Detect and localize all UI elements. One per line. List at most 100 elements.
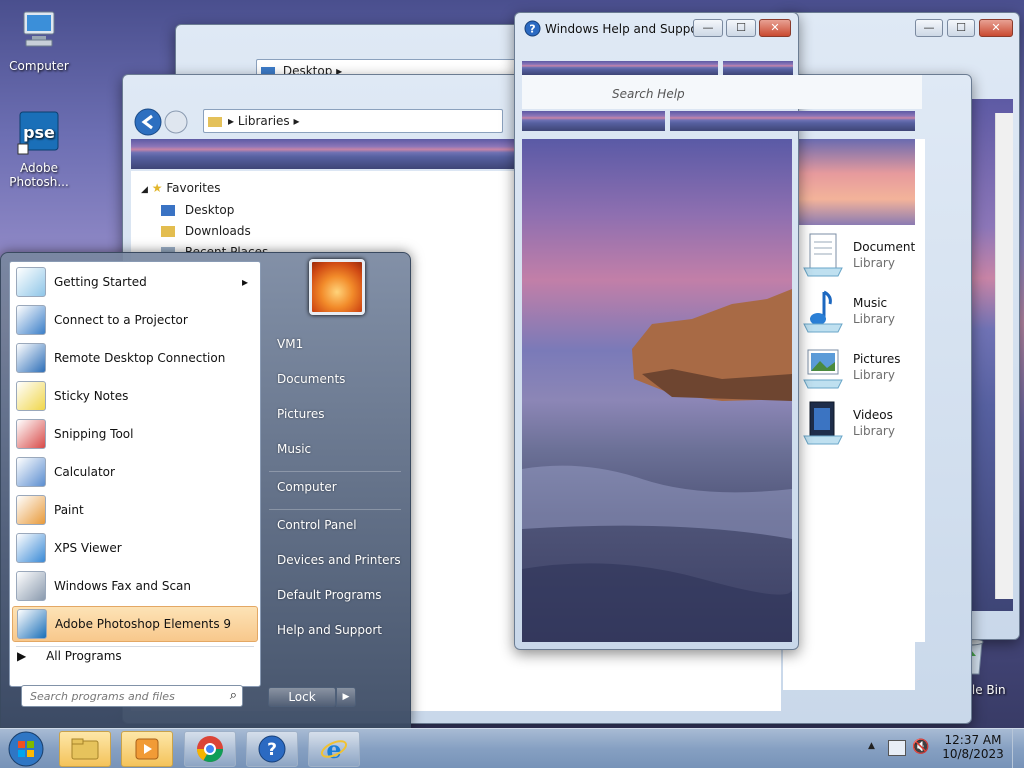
close-button[interactable]: ✕ [759,19,791,37]
program-label: Windows Fax and Scan [54,579,192,593]
start-right-item[interactable]: Devices and Printers [277,553,401,567]
pictures-library-icon [803,349,843,389]
start-right-item[interactable]: Default Programs [277,588,382,602]
help-icon: ? [524,20,541,37]
taskbar-help-button[interactable]: ? [246,731,298,767]
help-toolbar-strip [522,61,718,75]
program-item[interactable]: Connect to a Projector [12,302,258,338]
back-button[interactable] [133,107,163,137]
program-label: Remote Desktop Connection [54,351,226,365]
xps-viewer-icon [16,533,46,563]
svg-text:pse: pse [23,123,55,142]
maximize-button[interactable]: ☐ [947,19,975,37]
volume-muted-icon[interactable]: 🔇 [912,739,929,755]
expand-arrow-icon: ◢ [141,185,148,195]
show-desktop-button[interactable] [1012,729,1024,768]
favorites-header[interactable]: ◢ ★ Favorites [141,181,221,195]
videos-library-icon [803,401,843,445]
start-orb-button[interactable] [6,730,46,768]
address-bar[interactable]: ▸ Libraries ▸ [203,109,503,133]
all-programs-label: All Programs [46,649,122,663]
minimize-button[interactable]: — [915,19,943,37]
lock-button[interactable]: Lock [268,687,336,707]
program-item[interactable]: Snipping Tool [12,416,258,452]
taskbar-chrome-button[interactable] [184,731,236,767]
calculator-icon [16,457,46,487]
nav-item-label: Downloads [184,224,251,238]
library-item-music[interactable]: Music Library [798,288,918,338]
address-text: Libraries [237,114,290,128]
start-right-item[interactable]: Documents [277,372,345,386]
desktop-icon-photoshop[interactable]: pse Adobe Photosh... [4,110,74,189]
nav-item-downloads[interactable]: Downloads [161,224,251,238]
media-player-icon [135,738,159,760]
taskbar-media-player-button[interactable] [121,731,173,767]
library-item-pictures[interactable]: Pictures Library [798,344,918,394]
library-sub: Library [853,256,895,270]
start-right-item[interactable]: VM1 [277,337,303,351]
program-item[interactable]: Paint [12,492,258,528]
start-right-item[interactable]: Computer [277,480,337,494]
library-name: Documents [853,240,922,254]
help-nav-strip-right [670,111,915,131]
program-label: Snipping Tool [54,427,134,441]
close-button[interactable]: ✕ [979,19,1013,37]
snipping-tool-icon [16,419,46,449]
music-library-icon [803,290,843,333]
program-label: Getting Started [54,275,147,289]
help-search-area [522,75,922,109]
library-item-videos[interactable]: Videos Library [798,400,918,450]
documents-library-icon [803,233,843,277]
start-right-item[interactable]: Help and Support [277,623,382,637]
program-label: Paint [54,503,84,517]
help-icon: ? [258,735,286,763]
taskbar-ie-button[interactable]: e [308,731,360,767]
start-right-separator [269,509,401,510]
program-item[interactable]: Sticky Notes [12,378,258,414]
start-search-placeholder: Search programs and files [30,690,175,703]
program-item[interactable]: Calculator [12,454,258,490]
nav-item-desktop[interactable]: Desktop [161,203,234,217]
program-item[interactable]: Remote Desktop Connection [12,340,258,376]
shutdown-options-button[interactable]: ▶ [336,687,356,707]
internet-explorer-icon: e [320,735,348,764]
downloads-folder-icon [161,226,175,237]
start-right-item[interactable]: Control Panel [277,518,357,532]
library-name: Music [853,296,888,310]
clock-time: 12:37 AM [944,733,1002,747]
help-toolbar-strip-right [723,61,793,75]
library-name: Pictures [853,352,901,366]
svg-text:e: e [326,735,341,764]
lock-label: Lock [288,690,316,704]
desktop-icon-computer[interactable]: Computer [4,8,74,73]
library-item-documents[interactable]: Documents Library [798,232,922,282]
svg-text:?: ? [267,740,277,760]
program-item[interactable]: Getting Started ▸ [12,264,258,300]
show-hidden-icons-button[interactable]: ▲ [868,741,875,751]
network-icon[interactable] [888,740,906,756]
program-label: Adobe Photoshop Elements 9 [55,617,232,631]
photoshop-elements-icon: pse [17,111,59,155]
start-search-input[interactable]: Search programs and files ⌕ [21,685,243,707]
all-programs-button[interactable]: ▶ All Programs [17,649,122,663]
library-sub: Library [853,312,895,326]
minimize-button[interactable]: — [693,19,723,37]
taskbar-explorer-button[interactable] [59,731,111,767]
vertical-scrollbar[interactable] [995,113,1013,599]
getting-started-icon [16,267,46,297]
program-item[interactable]: XPS Viewer [12,530,258,566]
start-menu[interactable]: Getting Started ▸ Connect to a Projector Re… [0,252,411,728]
remote-desktop-icon [16,343,46,373]
program-item[interactable]: Adobe Photoshop Elements 9 [12,606,258,642]
help-support-window[interactable]: ? Windows Help and Support — ☐ ✕ Search … [514,12,925,650]
maximize-button[interactable]: ☐ [726,19,756,37]
star-icon: ★ [151,181,163,195]
program-label: Sticky Notes [54,389,129,403]
start-right-item[interactable]: Music [277,442,311,456]
start-right-item[interactable]: Pictures [277,407,325,421]
program-item[interactable]: Windows Fax and Scan [12,568,258,604]
clock[interactable]: 12:37 AM 10/8/2023 [940,733,1006,761]
rock-formation-illustration [522,289,792,642]
help-search-input[interactable]: Search Help [612,87,685,101]
forward-button[interactable] [163,109,189,135]
